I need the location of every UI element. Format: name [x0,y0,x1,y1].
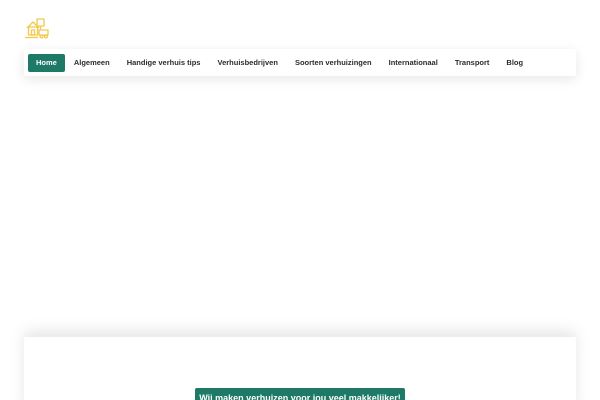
nav-item-handige-verhuis-tips[interactable]: Handige verhuis tips [119,54,209,72]
nav-item-transport[interactable]: Transport [447,54,498,72]
page: Home Algemeen Handige verhuis tips Verhu… [0,0,600,400]
nav-item-verhuisbedrijven[interactable]: Verhuisbedrijven [209,54,285,72]
nav-item-home[interactable]: Home [28,53,65,72]
nav-item-blog[interactable]: Blog [498,54,531,72]
nav-item-algemeen[interactable]: Algemeen [66,54,118,72]
nav-item-internationaal[interactable]: Internationaal [381,54,446,72]
logo[interactable] [24,16,50,40]
main-navigation: Home Algemeen Handige verhuis tips Verhu… [24,49,576,76]
house-moving-icon [25,18,49,39]
nav-item-soorten-verhuizingen[interactable]: Soorten verhuizingen [287,54,380,72]
cta-button[interactable]: Wij maken verhuizen voor jou veel makkel… [195,388,405,400]
